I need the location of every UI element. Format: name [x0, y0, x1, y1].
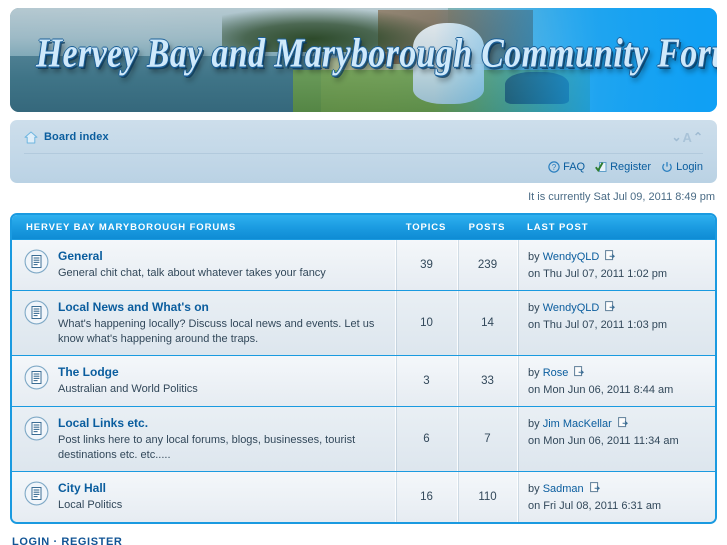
forum-text: Local News and What's on What's happenin…	[58, 299, 385, 347]
forum-last-post: by Jim MacKellar on Mon Jun 06, 2011 11:…	[517, 407, 715, 471]
forum-page: Hervey Bay and Maryborough Community For…	[0, 0, 727, 545]
nav-link-register-label: Register	[610, 160, 652, 173]
forum-title-link[interactable]: Local News and What's on	[58, 300, 385, 315]
nav-link-login-label: Login	[676, 160, 703, 173]
table-row[interactable]: General General chit chat, talk about wh…	[12, 239, 715, 290]
last-post-by-prefix: by	[528, 251, 540, 263]
last-post-author-link[interactable]: Sadman	[543, 483, 584, 495]
column-header-last-post: LAST POST	[527, 221, 589, 233]
nav-link-faq-label: FAQ	[563, 160, 586, 173]
forum-topics-count: 3	[395, 356, 457, 406]
nav-link-register[interactable]: Register	[595, 161, 651, 173]
svg-text:?: ?	[552, 163, 557, 172]
view-last-post-icon[interactable]	[617, 417, 628, 431]
forum-topics-count: 16	[395, 472, 457, 522]
font-increase-icon[interactable]: ⌃	[693, 130, 703, 144]
forum-cell-main: Local News and What's on What's happenin…	[12, 291, 395, 355]
nav-link-faq[interactable]: ? FAQ	[548, 161, 585, 173]
last-post-author-link[interactable]: Rose	[543, 367, 569, 379]
last-post-date: on Fri Jul 08, 2011 6:31 am	[528, 500, 662, 512]
last-post-by-prefix: by	[528, 302, 540, 314]
nav-links: ? FAQ Register Login	[24, 154, 703, 176]
forum-unread-icon	[24, 249, 49, 274]
forum-posts-count: 239	[457, 240, 517, 290]
forum-text: City Hall Local Politics	[58, 480, 122, 513]
forum-last-post: by Sadman on Fri Jul 08, 2011 6:31 am	[517, 472, 715, 522]
forum-description: Local Politics	[58, 499, 123, 511]
current-time: It is currently Sat Jul 09, 2011 8:49 pm	[528, 191, 715, 203]
heading-separator: ·	[53, 536, 58, 545]
forum-description: General chit chat, talk about whatever t…	[58, 267, 326, 279]
last-post-date: on Thu Jul 07, 2011 1:03 pm	[528, 319, 668, 331]
forum-topics-count: 39	[395, 240, 457, 290]
breadcrumb: Board index ⌄ A ⌃	[24, 126, 703, 148]
navigation-panel: Board index ⌄ A ⌃ ? FAQ Register Login	[10, 120, 717, 183]
table-row[interactable]: City Hall Local Politics 16 110 by Sadma…	[12, 471, 715, 522]
forum-last-post: by WendyQLD on Thu Jul 07, 2011 1:03 pm	[517, 291, 715, 355]
font-size-letter[interactable]: A	[683, 130, 692, 145]
forum-description: Post links here to any local forums, blo…	[58, 434, 356, 461]
login-heading-link[interactable]: LOGIN	[12, 536, 50, 545]
view-last-post-icon[interactable]	[589, 482, 600, 496]
forum-text: General General chit chat, talk about wh…	[58, 248, 326, 281]
check-page-icon	[595, 161, 607, 173]
forum-cell-main: General General chit chat, talk about wh…	[12, 240, 395, 290]
forum-title-link[interactable]: City Hall	[58, 481, 122, 496]
forum-text: The Lodge Australian and World Politics	[58, 364, 198, 397]
forum-title-link[interactable]: The Lodge	[58, 365, 198, 380]
forum-topics-count: 10	[395, 291, 457, 355]
site-banner: Hervey Bay and Maryborough Community For…	[10, 8, 717, 112]
question-circle-icon: ?	[548, 160, 560, 173]
last-post-by-prefix: by	[528, 418, 540, 430]
table-row[interactable]: The Lodge Australian and World Politics …	[12, 355, 715, 406]
font-decrease-icon[interactable]: ⌄	[671, 130, 681, 144]
last-post-date: on Mon Jun 06, 2011 11:34 am	[528, 435, 679, 447]
forum-unread-icon	[24, 416, 49, 441]
forum-last-post: by Rose on Mon Jun 06, 2011 8:44 am	[517, 356, 715, 406]
table-row[interactable]: Local Links etc. Post links here to any …	[12, 406, 715, 471]
last-post-author-link[interactable]: WendyQLD	[543, 251, 600, 263]
forum-title-link[interactable]: General	[58, 249, 326, 264]
forum-cell-main: The Lodge Australian and World Politics	[12, 356, 395, 406]
forum-cell-main: City Hall Local Politics	[12, 472, 395, 522]
last-post-by-prefix: by	[528, 483, 540, 495]
forum-posts-count: 33	[457, 356, 517, 406]
forum-topics-count: 6	[395, 407, 457, 471]
column-header-topics: TOPICS	[405, 221, 447, 233]
forum-posts-count: 14	[457, 291, 517, 355]
last-post-date: on Mon Jun 06, 2011 8:44 am	[528, 384, 674, 396]
forum-cell-main: Local Links etc. Post links here to any …	[12, 407, 395, 471]
register-heading-link[interactable]: REGISTER	[61, 536, 122, 545]
last-post-author-link[interactable]: WendyQLD	[543, 302, 600, 314]
home-icon	[24, 131, 38, 144]
view-last-post-icon[interactable]	[605, 301, 616, 315]
forum-text: Local Links etc. Post links here to any …	[58, 415, 385, 463]
site-title: Hervey Bay and Maryborough Community For…	[36, 31, 717, 77]
font-size-controls[interactable]: ⌄ A ⌃	[671, 130, 703, 145]
last-post-by-prefix: by	[528, 367, 540, 379]
table-row[interactable]: Local News and What's on What's happenin…	[12, 290, 715, 355]
forum-unread-icon	[24, 365, 49, 390]
last-post-author-link[interactable]: Jim MacKellar	[543, 418, 612, 430]
login-register-heading: LOGIN · REGISTER	[12, 536, 715, 545]
column-header-posts: POSTS	[468, 221, 506, 233]
breadcrumb-link-board-index[interactable]: Board index	[44, 131, 109, 143]
forum-posts-count: 7	[457, 407, 517, 471]
forum-description: What's happening locally? Discuss local …	[58, 318, 375, 345]
nav-link-login[interactable]: Login	[661, 161, 703, 173]
forum-unread-icon	[24, 300, 49, 325]
forum-last-post: by WendyQLD on Thu Jul 07, 2011 1:02 pm	[517, 240, 715, 290]
forum-list: HERVEY BAY MARYBOROUGH FORUMS TOPICS POS…	[10, 213, 717, 524]
column-header-forums: HERVEY BAY MARYBOROUGH FORUMS	[26, 221, 237, 233]
banner-container: Hervey Bay and Maryborough Community For…	[0, 0, 727, 112]
forum-list-header: HERVEY BAY MARYBOROUGH FORUMS TOPICS POS…	[12, 215, 715, 239]
power-icon	[661, 161, 673, 173]
forum-description: Australian and World Politics	[58, 383, 198, 395]
last-post-date: on Thu Jul 07, 2011 1:02 pm	[528, 268, 668, 280]
forum-title-link[interactable]: Local Links etc.	[58, 416, 385, 431]
view-last-post-icon[interactable]	[574, 366, 585, 380]
forum-unread-icon	[24, 481, 49, 506]
forum-posts-count: 110	[457, 472, 517, 522]
view-last-post-icon[interactable]	[605, 250, 616, 264]
